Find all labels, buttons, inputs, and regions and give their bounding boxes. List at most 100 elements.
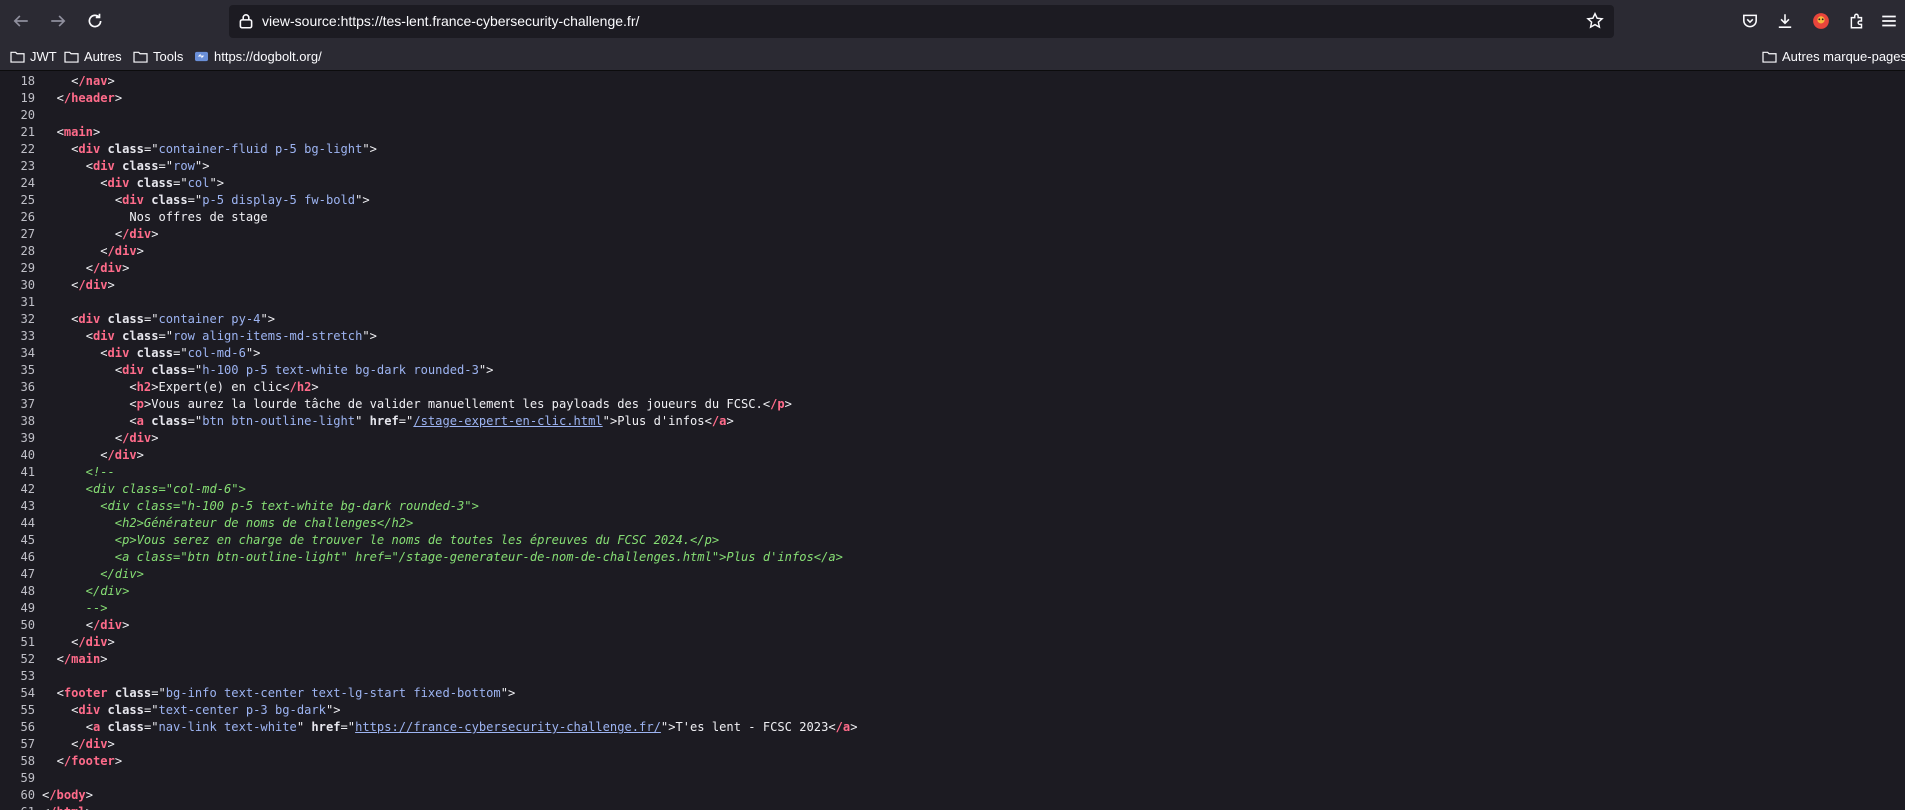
- line-number: 57: [20, 737, 35, 751]
- line-code: </div>: [71, 737, 115, 751]
- line-code: <div class="container-fluid p-5 bg-light…: [71, 142, 377, 156]
- pocket-icon: [1743, 14, 1757, 28]
- line-code: <div class="col-md-6">: [100, 346, 261, 360]
- bookmark-label: https://dogbolt.org/: [214, 49, 322, 64]
- line-number: 46: [20, 550, 35, 564]
- extensions-button[interactable]: [1842, 6, 1872, 36]
- reload-icon: [88, 13, 102, 28]
- line-number: 48: [20, 584, 35, 598]
- reload-button[interactable]: [80, 6, 110, 36]
- line-number: 53: [20, 669, 35, 683]
- line-code: </footer>: [56, 754, 123, 768]
- line-number: 49: [20, 601, 35, 615]
- bookmark-folder-tools[interactable]: Tools: [133, 43, 183, 70]
- line-number: 59: [20, 771, 35, 785]
- line-code: </div>: [71, 278, 115, 292]
- line-number: 51: [20, 635, 35, 649]
- pocket-button[interactable]: [1735, 6, 1765, 36]
- bookmark-folder-autres[interactable]: Autres: [64, 43, 122, 70]
- line-number: 33: [20, 329, 35, 343]
- line-code: <div class="h-100 p-5 text-white bg-dark…: [114, 363, 494, 377]
- menu-button[interactable]: [1875, 6, 1903, 36]
- folder-icon: [1762, 51, 1777, 63]
- line-number: 26: [20, 210, 35, 224]
- line-code: <main>: [56, 125, 101, 139]
- line-code: <!--: [42, 465, 115, 479]
- line-code: <div class="col">: [100, 176, 225, 190]
- line-code: <a class="btn btn-outline-light" href="/…: [42, 550, 843, 564]
- line-number: 43: [20, 499, 35, 513]
- line-number: 24: [20, 176, 35, 190]
- address-bar[interactable]: view-source:https://tes-lent.france-cybe…: [229, 5, 1614, 38]
- line-code: <div class="p-5 display-5 fw-bold">: [114, 193, 370, 207]
- line-code: </div>: [85, 618, 130, 632]
- dogbolt-favicon: [195, 51, 208, 62]
- line-code: <footer class="bg-info text-center text-…: [56, 686, 516, 700]
- back-button[interactable]: [6, 6, 36, 36]
- line-number: 52: [20, 652, 35, 666]
- line-number: 56: [20, 720, 35, 734]
- line-code: </div>: [42, 584, 130, 598]
- arrow-left-icon: [13, 15, 28, 27]
- line-number: 44: [20, 516, 35, 530]
- bookmark-dogbolt[interactable]: https://dogbolt.org/: [194, 43, 322, 70]
- line-code: </nav>: [71, 74, 115, 88]
- line-number: 18: [20, 74, 35, 88]
- bookmark-label: Tools: [153, 49, 184, 64]
- line-number: 28: [20, 244, 35, 258]
- bookmark-label: Autres: [84, 49, 122, 64]
- browser-toolbar: view-source:https://tes-lent.france-cybe…: [0, 0, 1905, 43]
- line-number: 55: [20, 703, 35, 717]
- line-code: </div>: [114, 431, 159, 445]
- line-number: 21: [20, 125, 35, 139]
- line-code: -->: [42, 601, 108, 615]
- line-number: 45: [20, 533, 35, 547]
- line-code: </div>: [85, 261, 130, 275]
- line-code: <h2>Expert(e) en clic</h2>: [129, 380, 319, 394]
- folder-icon: [133, 51, 148, 63]
- line-number: 58: [20, 754, 35, 768]
- line-number: 41: [20, 465, 35, 479]
- line-code: <div class="row">: [85, 159, 210, 173]
- line-code: <div class="col-md-6">: [42, 482, 246, 496]
- line-code: <a class="nav-link text-white" href="htt…: [85, 720, 858, 734]
- forward-button[interactable]: [43, 6, 73, 36]
- line-number: 61: [0, 804, 35, 810]
- other-bookmarks-folder[interactable]: Autres marque-pages: [1762, 43, 1905, 70]
- line-number: 30: [20, 278, 35, 292]
- line-number: 20: [20, 108, 35, 122]
- line-number: 23: [20, 159, 35, 173]
- hamburger-icon: [1882, 15, 1896, 27]
- url-text[interactable]: view-source:https://tes-lent.france-cybe…: [262, 5, 639, 38]
- line-code: </html>: [42, 804, 93, 810]
- line-code: </div>: [42, 567, 144, 581]
- line-code: <a class="btn btn-outline-light" href="/…: [129, 414, 734, 428]
- bookmarks-toolbar: JWT Autres Tools https://dogbolt.org/ Au…: [0, 43, 1905, 71]
- bookmark-label: Autres marque-pages: [1782, 49, 1905, 64]
- downloads-button[interactable]: [1770, 6, 1800, 36]
- line-code: <p>Vous aurez la lourde tâche de valider…: [129, 397, 792, 411]
- source-view[interactable]: 18 </nav> 19 </header> 20 21 <main> 22 <div …: [0, 71, 1905, 810]
- account-button[interactable]: [1806, 6, 1836, 36]
- line-code: </body>: [42, 788, 93, 802]
- bookmark-folder-jwt[interactable]: JWT: [10, 43, 57, 70]
- arrow-right-icon: [51, 15, 66, 27]
- line-number: 22: [20, 142, 35, 156]
- line-number: 19: [20, 91, 35, 105]
- line-number: 25: [20, 193, 35, 207]
- line-code: <div class="text-center p-3 bg-dark">: [71, 703, 341, 717]
- line-number: 29: [20, 261, 35, 275]
- line-number: 42: [20, 482, 35, 496]
- line-number: 27: [20, 227, 35, 241]
- line-code: <p>Vous serez en charge de trouver le no…: [42, 533, 720, 547]
- line-number: 34: [20, 346, 35, 360]
- line-code: </main>: [56, 652, 108, 666]
- line-code: Nos offres de stage: [42, 210, 268, 224]
- line-code: </header>: [56, 91, 123, 105]
- bookmark-star-icon[interactable]: [1586, 12, 1604, 30]
- download-icon: [1778, 14, 1792, 28]
- avatar-icon: [1813, 13, 1829, 29]
- line-number: 40: [20, 448, 35, 462]
- line-number: 39: [20, 431, 35, 445]
- line-number: 37: [20, 397, 35, 411]
